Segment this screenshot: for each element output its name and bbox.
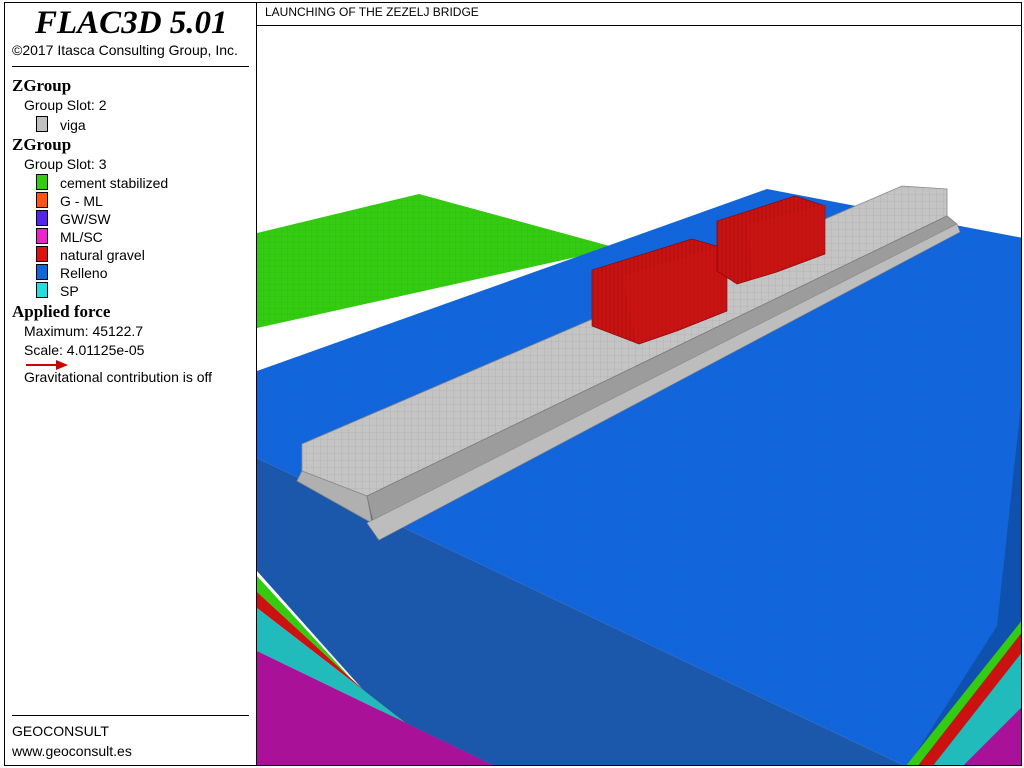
legend-item-relleno: Relleno [60, 265, 108, 281]
applied-force-heading: Applied force [12, 302, 111, 321]
legend-panel: FLAC3D 5.01 ©2017 Itasca Consulting Grou… [4, 2, 256, 766]
legend-item-sp: SP [60, 283, 79, 299]
legend-divider-bottom [12, 715, 249, 716]
legend-item-natural-gravel: natural gravel [60, 247, 145, 263]
model-viewport[interactable]: LAUNCHING OF THE ZEZELJ BRIDGE [256, 2, 1022, 766]
swatch-natural-gravel [36, 246, 48, 262]
group-slot-2-label: Group Slot: 2 [24, 97, 107, 113]
zgroup-heading-2: ZGroup [12, 135, 72, 154]
legend-item-gw-sw: GW/SW [60, 211, 111, 227]
force-maximum-label: Maximum: 45122.7 [24, 323, 144, 339]
legend-item-viga: viga [60, 117, 86, 133]
footer-company: GEOCONSULT [12, 723, 109, 739]
legend-item-g-ml: G - ML [60, 193, 103, 209]
legend-item-ml-sc: ML/SC [60, 229, 103, 245]
legend-item-cement-stabilized: cement stabilized [60, 175, 169, 191]
legend-divider-top [12, 66, 249, 67]
gravitational-note: Gravitational contribution is off [24, 369, 213, 385]
zgroup-heading-1: ZGroup [12, 76, 72, 95]
model-render [257, 185, 1021, 765]
swatch-g-ml [36, 192, 48, 208]
flac3d-window: FLAC3D 5.01 ©2017 Itasca Consulting Grou… [0, 0, 1024, 768]
viewport-title: LAUNCHING OF THE ZEZELJ BRIDGE [265, 5, 479, 19]
force-scale-label: Scale: 4.01125e-05 [24, 342, 145, 358]
swatch-relleno [36, 264, 48, 280]
swatch-sp [36, 282, 48, 298]
swatch-gw-sw [36, 210, 48, 226]
group-slot-3-label: Group Slot: 3 [24, 156, 107, 172]
copyright-text: ©2017 Itasca Consulting Group, Inc. [12, 42, 238, 58]
app-title: FLAC3D 5.01 [35, 5, 228, 41]
swatch-ml-sc [36, 228, 48, 244]
swatch-viga [36, 116, 48, 132]
swatch-cement-stabilized [36, 174, 48, 190]
footer-website: www.geoconsult.es [12, 743, 132, 759]
